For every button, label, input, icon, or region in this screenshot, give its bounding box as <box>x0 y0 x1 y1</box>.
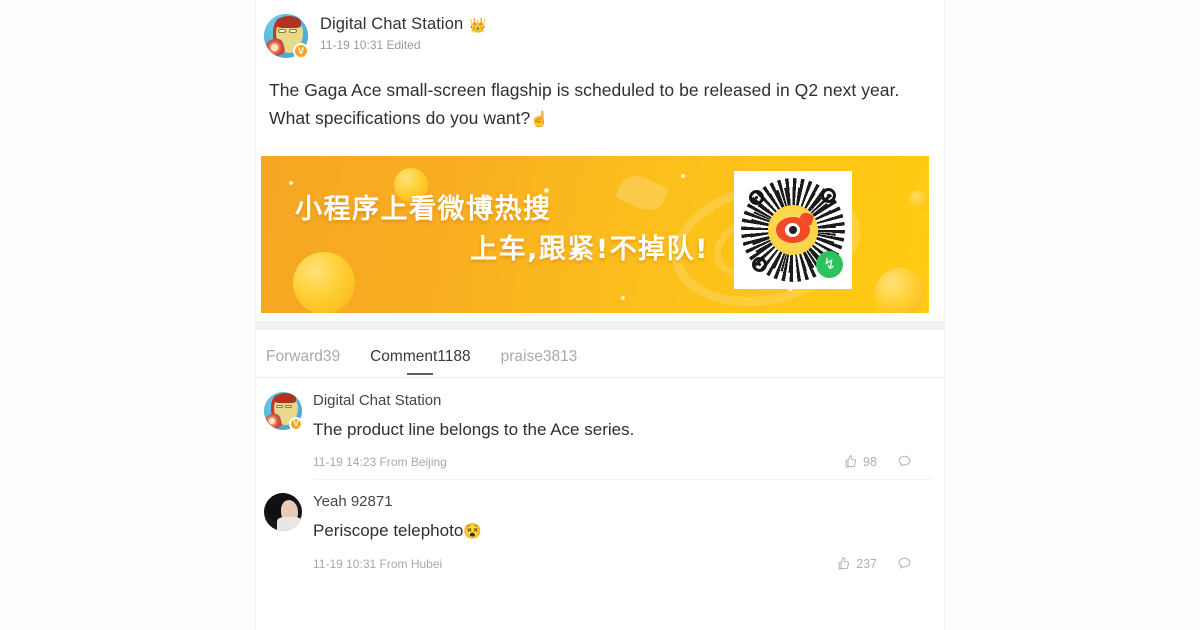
post-header: V Digital Chat Station 👑 11-19 10:31 Edi… <box>256 0 944 59</box>
tab-praise[interactable]: praise3813 <box>501 348 578 377</box>
banner-sparkle-1 <box>289 181 293 185</box>
comment-footer: 11-19 14:23 From Beijing 98 <box>313 454 932 469</box>
ironman-eye-left <box>278 29 286 33</box>
comment-text: Periscope telephoto <box>313 521 464 540</box>
ironman-eye-right <box>285 405 292 408</box>
banner-bubble-4 <box>909 190 929 210</box>
ironman-eye-left <box>276 405 283 408</box>
comment-text-wrap: Periscope telephoto😵 <box>313 519 932 544</box>
qr-code[interactable]: ↯ <box>734 171 852 289</box>
ironman-helmet-top <box>277 16 301 28</box>
weibo-eye-tail <box>798 211 815 226</box>
verified-badge-icon: V <box>289 417 303 431</box>
thumbs-up-icon <box>838 557 850 570</box>
ironman-repulsor <box>271 44 278 51</box>
comment-meta: 11-19 10:31 From Hubei <box>313 556 443 571</box>
qr-code-graphic: ↯ <box>741 178 845 282</box>
comment-actions: 237 <box>836 556 932 571</box>
avatar-image-photo <box>264 493 302 531</box>
weibo-post-card: V Digital Chat Station 👑 11-19 10:31 Edi… <box>255 0 945 630</box>
post-author-name[interactable]: Digital Chat Station <box>320 15 463 34</box>
post-text-line-2-wrap: What specifications do you want?☝️ <box>269 104 934 134</box>
like-button[interactable]: 237 <box>836 556 877 571</box>
comment-text: The product line belongs to the Ace seri… <box>313 420 635 439</box>
post-author-meta: Digital Chat Station 👑 11-19 10:31 Edite… <box>320 14 487 52</box>
author-row: Digital Chat Station 👑 <box>320 15 487 34</box>
like-button[interactable]: 98 <box>843 454 877 469</box>
comment-body: Yeah 92871 Periscope telephoto😵 11-19 10… <box>313 479 932 581</box>
verified-badge-icon: V <box>293 43 309 59</box>
promo-banner-image[interactable]: 小程序上看微博热搜 上车,跟紧!不掉队! ↯ <box>261 156 929 313</box>
banner-sparkle-3 <box>681 174 685 178</box>
post-timestamp: 11-19 10:31 Edited <box>320 38 421 52</box>
weibo-eye-shape <box>776 211 815 243</box>
reply-button[interactable] <box>897 454 912 469</box>
wechat-mini-program-icon: ↯ <box>816 251 843 278</box>
tab-forward[interactable]: Forward39 <box>266 348 340 377</box>
comment-author-name[interactable]: Digital Chat Station <box>313 392 932 409</box>
dizzy-face-icon: 😵 <box>463 523 482 540</box>
post-text-line-1: The Gaga Ace small-screen flagship is sc… <box>269 80 900 100</box>
like-count: 98 <box>863 454 877 469</box>
verified-badge-letter: V <box>297 45 304 56</box>
weibo-logo-icon <box>768 205 818 255</box>
comment-avatar[interactable] <box>264 493 302 531</box>
qr-finder-2 <box>821 188 836 203</box>
comment-author-name[interactable]: Yeah 92871 <box>313 493 932 510</box>
crown-icon: 👑 <box>469 16 487 33</box>
tab-comment[interactable]: Comment1188 <box>370 348 471 377</box>
comment-bubble-icon <box>898 455 911 467</box>
qr-finder-1 <box>749 190 764 205</box>
comment-actions: 98 <box>843 454 932 469</box>
qr-finder-3 <box>752 257 767 272</box>
comment-bubble-icon <box>898 557 911 569</box>
ironman-eye-right <box>289 29 297 33</box>
pointing-finger-icon: ☝️ <box>530 111 550 128</box>
comment-body: Digital Chat Station The product line be… <box>313 392 932 479</box>
post-text-line-2: What specifications do you want? <box>269 108 531 128</box>
banner-bubble-3 <box>875 268 925 313</box>
post-text: The Gaga Ace small-screen flagship is sc… <box>256 58 944 134</box>
verified-badge-letter: V <box>293 419 299 428</box>
reply-button[interactable] <box>897 556 912 571</box>
ironman-helmet-top <box>275 393 296 403</box>
comment-meta: 11-19 14:23 From Beijing <box>313 454 447 469</box>
banner-headline-1: 小程序上看微博热搜 <box>295 194 552 225</box>
banner-text-block: 小程序上看微博热搜 上车,跟紧!不掉队! <box>295 190 715 270</box>
comment-item: V Digital Chat Station The product line … <box>256 378 944 479</box>
comment-footer: 11-19 10:31 From Hubei 237 <box>313 556 932 571</box>
section-separator <box>256 321 944 330</box>
comment-avatar[interactable]: V <box>264 392 303 431</box>
comment-item: Yeah 92871 Periscope telephoto😵 11-19 10… <box>256 479 944 581</box>
page-root: V Digital Chat Station 👑 11-19 10:31 Edi… <box>0 0 1200 630</box>
ironman-repulsor <box>269 418 275 424</box>
banner-sparkle-5 <box>621 296 625 300</box>
author-avatar[interactable]: V <box>264 14 309 59</box>
thumbs-up-icon <box>845 455 857 468</box>
avatar-photo-shirt <box>277 517 302 531</box>
like-count: 237 <box>856 556 877 571</box>
interaction-tabs: Forward39 Comment1188 praise3813 <box>256 330 944 378</box>
banner-headline-2: 上车,跟紧!不掉队! <box>470 234 709 265</box>
